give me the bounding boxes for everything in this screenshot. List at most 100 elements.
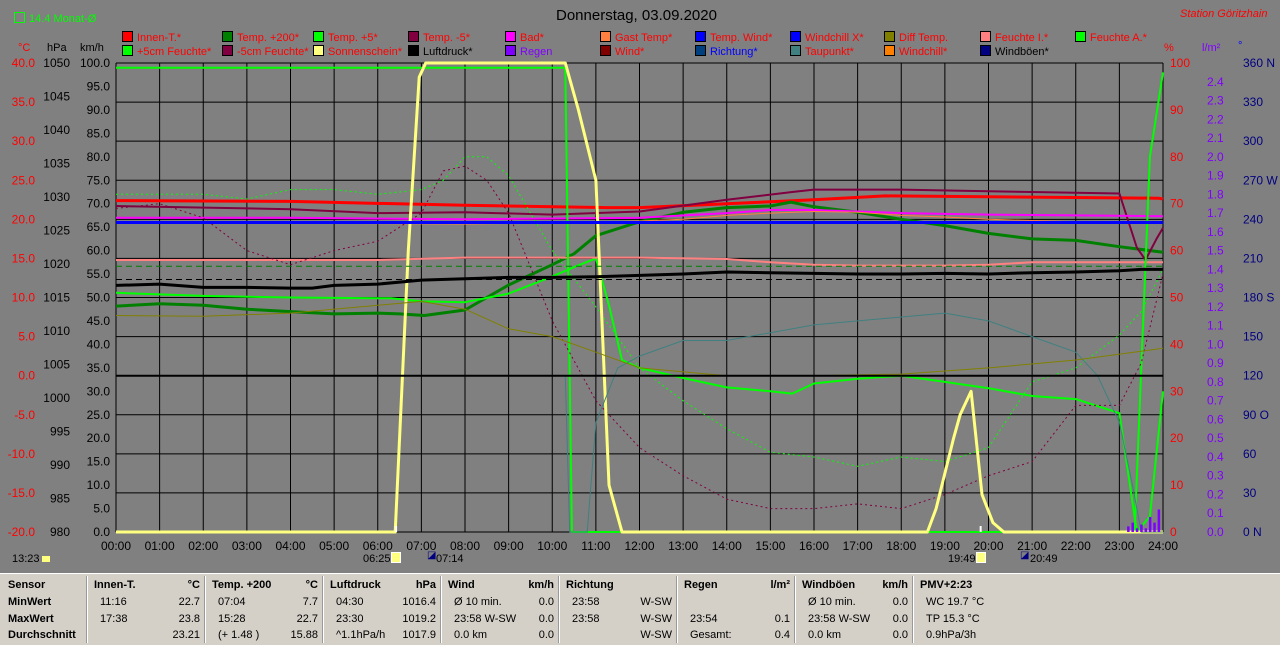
cell-value: 0.0	[892, 596, 908, 608]
column-title: Regen	[684, 579, 718, 591]
rain-bar	[1135, 528, 1139, 532]
x-tick-label: 04:00	[275, 539, 305, 553]
current-time: 13:23	[12, 553, 50, 565]
temp-tick-label: 25.0	[12, 173, 36, 187]
x-tick-label: 03:00	[232, 539, 262, 553]
column-unit: km/h	[882, 579, 908, 591]
twilight-pm-icon: ◪	[1020, 550, 1030, 561]
rain-tick-label: 2.2	[1207, 112, 1224, 126]
column-title: PMV+2:23	[920, 579, 973, 591]
x-tick-label: 16:00	[799, 539, 829, 553]
x-tick-label: 01:00	[145, 539, 175, 553]
speed-tick-label: 75.0	[87, 173, 111, 187]
cell-label: 0.9hPa/3h	[926, 629, 977, 641]
column-title: Temp. +200	[212, 579, 272, 591]
speed-tick-label: 65.0	[87, 220, 111, 234]
pressure-tick-label: 1050	[43, 56, 70, 70]
sunrise-label: 06:25	[363, 553, 391, 565]
pressure-tick-label: 990	[50, 458, 70, 472]
rain-tick-label: 0.7	[1207, 394, 1224, 408]
direction-tick-label: 30	[1243, 486, 1257, 500]
cell-value: 22.7	[296, 613, 318, 625]
rain-tick-label: 2.4	[1207, 75, 1224, 89]
temp-tick-label: -20.0	[8, 525, 36, 539]
cell-label: 04:30	[336, 596, 364, 608]
percent-tick-label: 90	[1170, 103, 1184, 117]
cell-value: 23.21	[172, 629, 200, 641]
cell-value: 22.7	[178, 596, 200, 608]
cell-value: W-SW	[640, 596, 672, 608]
temp-tick-label: 5.0	[18, 330, 35, 344]
column-title: Richtung	[566, 579, 614, 591]
cell-value: 0.0	[892, 613, 908, 625]
x-tick-label: 24:00	[1148, 539, 1178, 553]
direction-tick-label: 90 O	[1243, 408, 1269, 422]
rain-tick-label: 0.0	[1207, 525, 1224, 539]
rain-tick-label: 1.9	[1207, 169, 1224, 183]
column-separator	[558, 576, 560, 643]
direction-tick-label: 330	[1243, 95, 1263, 109]
rain-bar	[1131, 522, 1134, 532]
temp-tick-label: 35.0	[12, 95, 36, 109]
column-unit: °C	[187, 579, 200, 591]
speed-tick-label: 30.0	[87, 384, 111, 398]
rain-tick-label: 0.2	[1207, 487, 1224, 501]
temp-tick-label: 30.0	[12, 134, 36, 148]
temp-tick-label: 15.0	[12, 251, 36, 265]
temp-tick-label: -10.0	[8, 447, 36, 461]
rain-bar	[1140, 524, 1143, 532]
x-tick-label: 08:00	[450, 539, 480, 553]
x-tick-label: 19:00	[930, 539, 960, 553]
speed-tick-label: 90.0	[87, 103, 111, 117]
cell-value: 15.88	[290, 629, 318, 641]
rain-bar	[1148, 516, 1152, 532]
temp-tick-label: 10.0	[12, 291, 36, 305]
cell-value: 23.8	[178, 613, 200, 625]
speed-tick-label: 100.0	[80, 56, 110, 70]
speed-tick-label: 85.0	[87, 126, 111, 140]
rain-bar	[1144, 528, 1148, 532]
rain-tick-label: 1.8	[1207, 187, 1224, 201]
column-unit: °C	[305, 579, 318, 591]
temp-tick-label: 0.0	[18, 369, 35, 383]
rain-tick-label: 1.3	[1207, 281, 1224, 295]
speed-tick-label: 5.0	[93, 502, 110, 516]
cell-label: (+ 1.48 )	[218, 629, 260, 641]
speed-tick-label: 55.0	[87, 267, 111, 281]
speed-tick-label: 40.0	[87, 337, 111, 351]
cell-label: 23:54	[690, 613, 718, 625]
pressure-tick-label: 995	[50, 425, 70, 439]
x-tick-label: 23:00	[1104, 539, 1134, 553]
pressure-tick-label: 1025	[43, 224, 70, 238]
rain-tick-label: 1.0	[1207, 337, 1224, 351]
speed-tick-label: 45.0	[87, 314, 111, 328]
temp-tick-label: -5.0	[14, 408, 35, 422]
rain-tick-label: 1.2	[1207, 300, 1224, 314]
direction-tick-label: 240	[1243, 212, 1263, 226]
rain-tick-label: 0.3	[1207, 469, 1224, 483]
rain-tick-label: 1.1	[1207, 319, 1224, 333]
x-tick-label: 06:00	[363, 539, 393, 553]
rain-bar	[1127, 526, 1130, 532]
percent-tick-label: 0	[1170, 525, 1177, 539]
x-tick-label: 12:00	[624, 539, 654, 553]
row-label: MinWert	[8, 596, 52, 608]
x-tick-label: 14:00	[712, 539, 742, 553]
column-separator	[322, 576, 324, 643]
speed-tick-label: 25.0	[87, 408, 111, 422]
x-tick-label: 15:00	[755, 539, 785, 553]
direction-tick-label: 150	[1243, 330, 1263, 344]
column-separator	[440, 576, 442, 643]
temp-tick-label: 40.0	[12, 56, 36, 70]
speed-tick-label: 70.0	[87, 197, 111, 211]
column-separator	[794, 576, 796, 643]
temp-tick-label: 20.0	[12, 212, 36, 226]
cell-label: 15:28	[218, 613, 246, 625]
percent-tick-label: 70	[1170, 197, 1184, 211]
cell-value: 1017.9	[402, 629, 436, 641]
cell-value: W-SW	[640, 629, 672, 641]
cell-value: 1016.4	[402, 596, 436, 608]
column-separator	[676, 576, 678, 643]
percent-tick-label: 10	[1170, 478, 1184, 492]
cell-label: 11:16	[100, 596, 127, 608]
